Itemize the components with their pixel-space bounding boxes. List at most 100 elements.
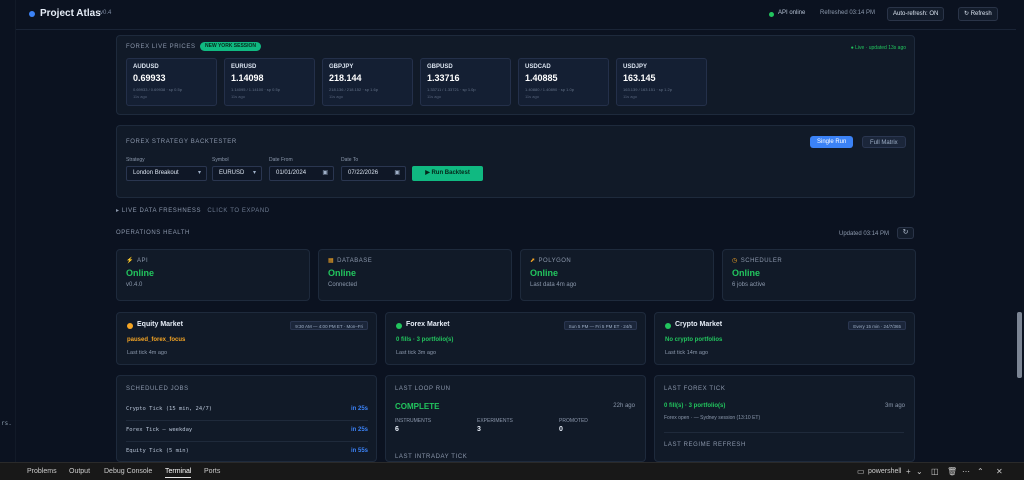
trash-icon[interactable]: 🗑 bbox=[947, 467, 957, 476]
fx-symbol: EURUSD bbox=[231, 64, 257, 70]
symbol-label: Symbol bbox=[212, 157, 229, 163]
loop-stat-value: 6 bbox=[395, 426, 399, 433]
chevron-down-icon: ▾ bbox=[252, 170, 256, 176]
chevron-down-icon[interactable]: ⌄ bbox=[916, 467, 923, 476]
forex-live-title: FOREX LIVE PRICES bbox=[126, 44, 196, 50]
divider bbox=[664, 432, 904, 433]
forex-live-panel: FOREX LIVE PRICES NEW YORK SESSION ● Liv… bbox=[116, 35, 915, 115]
app-header: Project Atlas v0.4 API online Refreshed … bbox=[16, 0, 1016, 30]
strategy-value: London Breakout bbox=[133, 170, 179, 176]
shell-name[interactable]: powershell bbox=[868, 468, 901, 475]
full-matrix-tab[interactable]: Full Matrix bbox=[862, 136, 906, 148]
date-from-value: 01/01/2024 bbox=[276, 170, 307, 176]
close-icon[interactable]: ✕ bbox=[996, 467, 1003, 476]
calendar-icon[interactable]: ▣ bbox=[322, 167, 328, 180]
fx-price-card[interactable]: USDCAD 1.40885 1.40880 / 1.40890 · sp 1.… bbox=[518, 58, 609, 106]
strategy-label: Strategy bbox=[126, 157, 145, 163]
refreshed-time: Refreshed 03:14 PM bbox=[820, 10, 876, 16]
health-card-polygon: ⬈ POLYGON Online Last data 4m ago bbox=[520, 249, 714, 301]
fx-symbol: USDCAD bbox=[525, 64, 551, 70]
market-name: Crypto Market bbox=[675, 321, 723, 328]
panel-tab-debug-console[interactable]: Debug Console bbox=[104, 468, 152, 475]
last-intraday-title: LAST INTRADAY TICK bbox=[395, 454, 468, 460]
scrollbar-track[interactable] bbox=[1016, 0, 1024, 462]
fx-price-card[interactable]: AUDUSD 0.69933 0.69933 / 0.69938 · sp 0.… bbox=[126, 58, 217, 106]
scheduled-jobs-title: SCHEDULED JOBS bbox=[126, 386, 189, 392]
add-terminal-icon[interactable]: + bbox=[906, 467, 911, 476]
terminal-icon: ▭ bbox=[857, 467, 865, 476]
job-row: Equity Tick (5 min) in 55s bbox=[126, 442, 368, 461]
more-icon[interactable]: ⋯ bbox=[962, 467, 970, 476]
run-backtest-button[interactable]: ▶ Run Backtest bbox=[412, 166, 483, 181]
loop-stat-value: 3 bbox=[477, 426, 481, 433]
loop-status: COMPLETE bbox=[395, 402, 440, 411]
forex-tick-detail: Forex open · — Sydney session (13:10 ET) bbox=[664, 415, 761, 421]
fx-bid-ask: 1.14095 / 1.14100 · sp 0.5p bbox=[231, 87, 280, 92]
panel-tab-terminal[interactable]: Terminal bbox=[165, 468, 192, 478]
market-status-dot-icon bbox=[665, 323, 671, 329]
freshness-label: ▸ LIVE DATA FRESHNESS bbox=[116, 208, 202, 214]
health-status: Online bbox=[732, 268, 761, 278]
loop-stat-value: 0 bbox=[559, 426, 563, 433]
loop-stat-label: EXPERIMENTS bbox=[477, 418, 513, 424]
job-name: Equity Tick (5 min) bbox=[126, 448, 189, 454]
date-from-input[interactable]: 01/01/2024 ▣ bbox=[269, 166, 334, 181]
fx-updated-ago: 11s ago bbox=[231, 94, 245, 99]
split-terminal-icon[interactable]: ◫ bbox=[931, 467, 939, 476]
backtester-panel: FOREX STRATEGY BACKTESTER Single Run Ful… bbox=[116, 125, 915, 198]
live-updated-text: ● Live · updated 13s ago bbox=[850, 45, 906, 51]
fx-price-card[interactable]: GBPJPY 218.144 218.136 / 218.152 · sp 1.… bbox=[322, 58, 413, 106]
operations-health-title: OPERATIONS HEALTH bbox=[116, 230, 190, 236]
health-detail: 6 jobs active bbox=[732, 282, 766, 288]
single-run-tab[interactable]: Single Run bbox=[810, 136, 854, 148]
maximize-icon[interactable]: ⌃ bbox=[977, 467, 984, 476]
fx-price: 0.69933 bbox=[133, 73, 166, 83]
panel-tab-ports[interactable]: Ports bbox=[204, 468, 220, 475]
fx-price-card[interactable]: USDJPY 163.145 163.139 / 163.151 · sp 1.… bbox=[616, 58, 707, 106]
ops-updated-time: Updated 03:14 PM bbox=[839, 231, 890, 237]
market-hours: 9:30 AM — 4:00 PM ET · Mon–Fri bbox=[290, 321, 368, 330]
last-forex-tick-title: LAST FOREX TICK bbox=[664, 386, 726, 392]
job-eta: in 55s bbox=[350, 448, 368, 454]
fx-bid-ask: 0.69933 / 0.69938 · sp 0.5p bbox=[133, 87, 182, 92]
fx-symbol: GBPUSD bbox=[427, 64, 453, 70]
strategy-select[interactable]: London Breakout ▾ bbox=[126, 166, 207, 181]
job-name: Forex Tick — weekday bbox=[126, 427, 193, 433]
live-data-freshness-toggle[interactable]: ▸ LIVE DATA FRESHNESS CLICK TO EXPAND bbox=[116, 207, 270, 214]
fx-bid-ask: 1.40880 / 1.40890 · sp 1.0p bbox=[525, 87, 574, 92]
date-to-value: 07/22/2026 bbox=[348, 170, 379, 176]
panel-tab-problems[interactable]: Problems bbox=[27, 468, 57, 475]
health-name: SCHEDULER bbox=[740, 258, 783, 264]
market-card: Forex Market Sun 5 PM — Fri 5 PM ET · 24… bbox=[385, 312, 646, 365]
ops-refresh-icon[interactable]: ↻ bbox=[897, 227, 914, 239]
refresh-button[interactable]: ↻ Refresh bbox=[958, 7, 998, 21]
job-eta: in 25s bbox=[350, 427, 368, 433]
health-card-scheduler: ◷ SCHEDULER Online 6 jobs active bbox=[722, 249, 916, 301]
calendar-icon[interactable]: ▣ bbox=[394, 167, 400, 180]
health-icon: ⬈ bbox=[530, 258, 536, 264]
panel-tabs-bar: Problems Output Debug Console Terminal Ports… bbox=[0, 462, 1024, 480]
scrollbar-thumb[interactable] bbox=[1017, 312, 1022, 378]
fx-price-card[interactable]: GBPUSD 1.33716 1.33711 / 1.33721 · sp 1.… bbox=[420, 58, 511, 106]
date-to-input[interactable]: 07/22/2026 ▣ bbox=[341, 166, 406, 181]
backtester-title: FOREX STRATEGY BACKTESTER bbox=[126, 139, 237, 145]
market-last-tick: Last tick 4m ago bbox=[127, 350, 168, 356]
fx-updated-ago: 11s ago bbox=[427, 94, 441, 99]
fx-price: 1.33716 bbox=[427, 73, 460, 83]
fx-symbol: GBPJPY bbox=[329, 64, 354, 70]
gutter-mark: rs. bbox=[1, 420, 12, 427]
fx-price: 1.40885 bbox=[525, 73, 558, 83]
symbol-select[interactable]: EURUSD ▾ bbox=[212, 166, 262, 181]
health-detail: v0.4.0 bbox=[126, 282, 143, 288]
fx-updated-ago: 11s ago bbox=[525, 94, 539, 99]
last-loop-title: LAST LOOP RUN bbox=[395, 386, 451, 392]
health-card-database: ▦ DATABASE Online Connected bbox=[318, 249, 512, 301]
loop-stat: EXPERIMENTS 3 bbox=[477, 418, 513, 433]
symbol-value: EURUSD bbox=[219, 170, 245, 176]
date-from-label: Date From bbox=[269, 157, 293, 163]
fx-price-card[interactable]: EURUSD 1.14098 1.14095 / 1.14100 · sp 0.… bbox=[224, 58, 315, 106]
job-row: Crypto Tick (15 min, 24/7) in 25s bbox=[126, 400, 368, 421]
auto-refresh-toggle[interactable]: Auto-refresh: ON bbox=[887, 7, 945, 21]
loop-stat: INSTRUMENTS 6 bbox=[395, 418, 431, 433]
panel-tab-output[interactable]: Output bbox=[69, 468, 90, 475]
